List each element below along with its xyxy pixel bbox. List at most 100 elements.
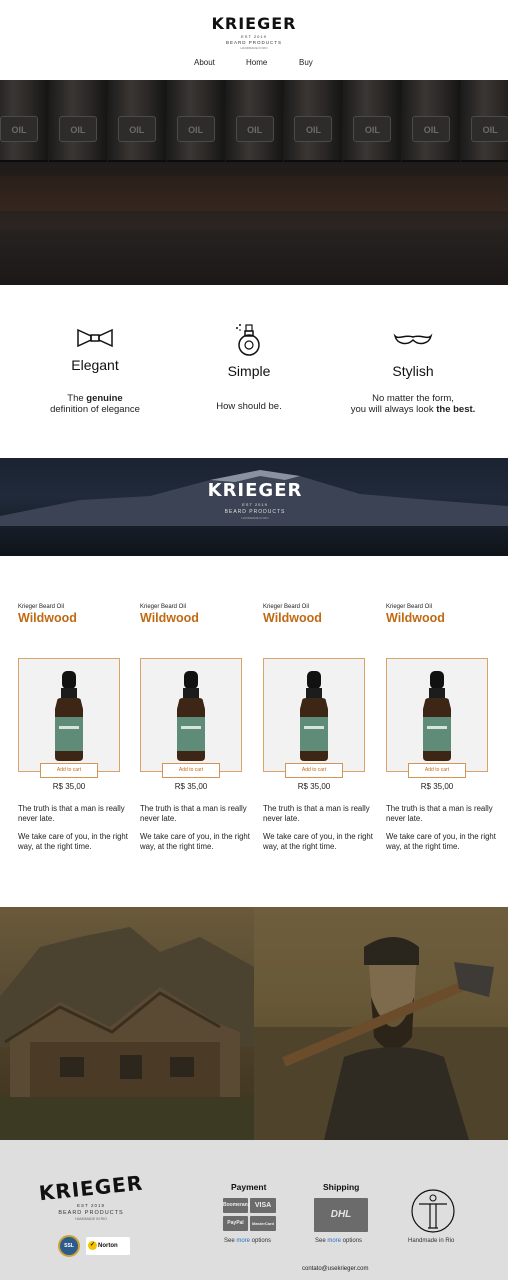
footer-logo-subtitle: BEARD PRODUCTS (58, 1210, 124, 1216)
contact-email[interactable]: contato@usekrieger.com (302, 1266, 368, 1272)
bottle-label: OIL (353, 116, 392, 142)
feature-simple: Simple How should be. (174, 321, 324, 412)
banner-logo-wordmark: KRIEGER (207, 480, 303, 501)
nav-home[interactable]: Home (246, 58, 267, 67)
feature-stylish: Stylish No matter the form, you will alw… (338, 330, 488, 415)
bowtie-icon (77, 328, 113, 348)
product-desc: We take care of you, in the right way, a… (18, 832, 128, 851)
features-section: Elegant The genuine definition of elegan… (0, 285, 508, 458)
paypal-card: PayPal (223, 1216, 248, 1231)
logo-subtitle: BEARD PRODUCTS (225, 40, 282, 45)
product-name[interactable]: Wildwood (263, 611, 365, 625)
christ-statue-icon (411, 1189, 455, 1233)
oil-bottle: OIL (343, 80, 402, 162)
product-image[interactable] (263, 658, 365, 772)
product-subtitle: Krieger Beard Oil (18, 604, 65, 610)
product-price: R$ 35,00 (52, 782, 86, 791)
boomerang-card: Boomerang (223, 1198, 251, 1213)
shipping-more-link[interactable]: See more options (315, 1238, 362, 1244)
add-to-cart-button[interactable]: Add to cart (285, 763, 343, 778)
logo-est: EST 2019 (241, 34, 267, 39)
bottle-label: OIL (471, 116, 508, 142)
bottle-label: OIL (176, 116, 215, 142)
feature-desc-text: definition of elegance (50, 404, 140, 415)
product-name[interactable]: Wildwood (386, 611, 488, 625)
mountain-banner: KRIEGER EST 2019 BEARD PRODUCTS HANDMADE… (0, 458, 508, 556)
feature-desc-bold: the best. (436, 404, 476, 415)
product-desc: The truth is that a man is really never … (140, 804, 247, 823)
dhl-logo: DHL (314, 1198, 368, 1232)
note-text: See (315, 1238, 328, 1244)
norton-label: Norton (98, 1243, 118, 1249)
feature-desc-text: you will always look (350, 404, 437, 415)
logo-tagline: HANDMADE IN RIO (240, 46, 268, 50)
footer-logo-tagline: HANDMADE IN RIO (75, 1217, 107, 1221)
bottle-label: OIL (235, 116, 274, 142)
product-name[interactable]: Wildwood (140, 611, 242, 625)
logo-wordmark: KRIEGER (211, 14, 297, 33)
oil-bottle: OIL (225, 80, 284, 162)
product-desc: We take care of you, in the right way, a… (140, 832, 250, 851)
hero-image: OIL OIL OIL OIL OIL OIL OIL OIL OIL (0, 80, 508, 285)
bearded-man-photo (254, 907, 508, 1140)
footer-logo[interactable]: KRIEGER EST 2019 BEARD PRODUCTS HANDMADE… (28, 1171, 154, 1221)
check-icon: ✓ (88, 1241, 97, 1250)
product-desc: The truth is that a man is really never … (18, 804, 125, 823)
add-to-cart-button[interactable]: Add to cart (40, 763, 98, 778)
product-price: R$ 35,00 (297, 782, 331, 791)
nav-buy[interactable]: Buy (299, 58, 313, 67)
wood-shelf (0, 176, 508, 211)
ssl-badge: SSL (58, 1235, 80, 1257)
note-text: See (224, 1238, 237, 1244)
more-link[interactable]: more (236, 1238, 250, 1244)
add-to-cart-button[interactable]: Add to cart (408, 763, 466, 778)
feature-desc-bold: genuine (86, 393, 123, 404)
payment-cards: Boomerang VISA PayPal MasterCard (223, 1198, 277, 1232)
feature-title: Elegant (71, 357, 119, 373)
product-card: Krieger Beard Oil Wildwood Add to cart R… (140, 604, 250, 851)
nav-about[interactable]: About (194, 58, 215, 67)
footer-logo-wordmark: KRIEGER (37, 1170, 145, 1206)
perfume-icon (236, 324, 260, 356)
bottle-label: OIL (58, 116, 97, 142)
product-card: Krieger Beard Oil Wildwood Add to cart R… (386, 604, 496, 851)
payment-more-link[interactable]: See more options (224, 1238, 271, 1244)
brand-logo[interactable]: KRIEGER EST 2019 BEARD PRODUCTS HANDMADE… (204, 14, 304, 50)
product-price: R$ 35,00 (420, 782, 454, 791)
banner-logo: KRIEGER EST 2019 BEARD PRODUCTS HANDMADE… (200, 480, 310, 520)
banner-logo-subtitle: BEARD PRODUCTS (224, 509, 286, 515)
payment-title: Payment (231, 1182, 267, 1192)
feature-desc-text: No matter the form, (372, 393, 454, 404)
feature-desc: No matter the form, you will always look… (338, 393, 488, 415)
shipping-title: Shipping (323, 1182, 360, 1192)
product-card: Krieger Beard Oil Wildwood Add to cart R… (18, 604, 128, 851)
oil-bottle: OIL (284, 80, 343, 162)
dropper-bottle-icon (177, 671, 205, 761)
product-subtitle: Krieger Beard Oil (263, 604, 310, 610)
add-to-cart-button[interactable]: Add to cart (162, 763, 220, 778)
note-text: options (250, 1238, 272, 1244)
product-image[interactable] (140, 658, 242, 772)
bottle-label: OIL (294, 116, 333, 142)
dropper-bottle-icon (55, 671, 83, 761)
feature-desc: The genuine definition of elegance (20, 393, 170, 415)
norton-badge: ✓ Norton (86, 1237, 130, 1255)
dropper-bottle-icon (300, 671, 328, 761)
oil-bottle: OIL (402, 80, 461, 162)
visa-card: VISA (250, 1198, 276, 1213)
banner-logo-est: EST 2019 (242, 502, 268, 507)
site-footer: KRIEGER EST 2019 BEARD PRODUCTS HANDMADE… (0, 1140, 508, 1280)
note-text: options (341, 1238, 363, 1244)
product-image[interactable] (386, 658, 488, 772)
feature-desc-text: The (67, 393, 87, 404)
oil-bottle: OIL (0, 80, 48, 162)
product-image[interactable] (18, 658, 120, 772)
product-name[interactable]: Wildwood (18, 611, 120, 625)
product-desc: The truth is that a man is really never … (263, 804, 370, 823)
more-link[interactable]: more (327, 1238, 341, 1244)
product-subtitle: Krieger Beard Oil (386, 604, 433, 610)
mustache-icon (393, 333, 433, 345)
product-desc: We take care of you, in the right way, a… (263, 832, 373, 851)
bottle-label: OIL (0, 116, 38, 142)
photo-gallery (0, 907, 508, 1140)
